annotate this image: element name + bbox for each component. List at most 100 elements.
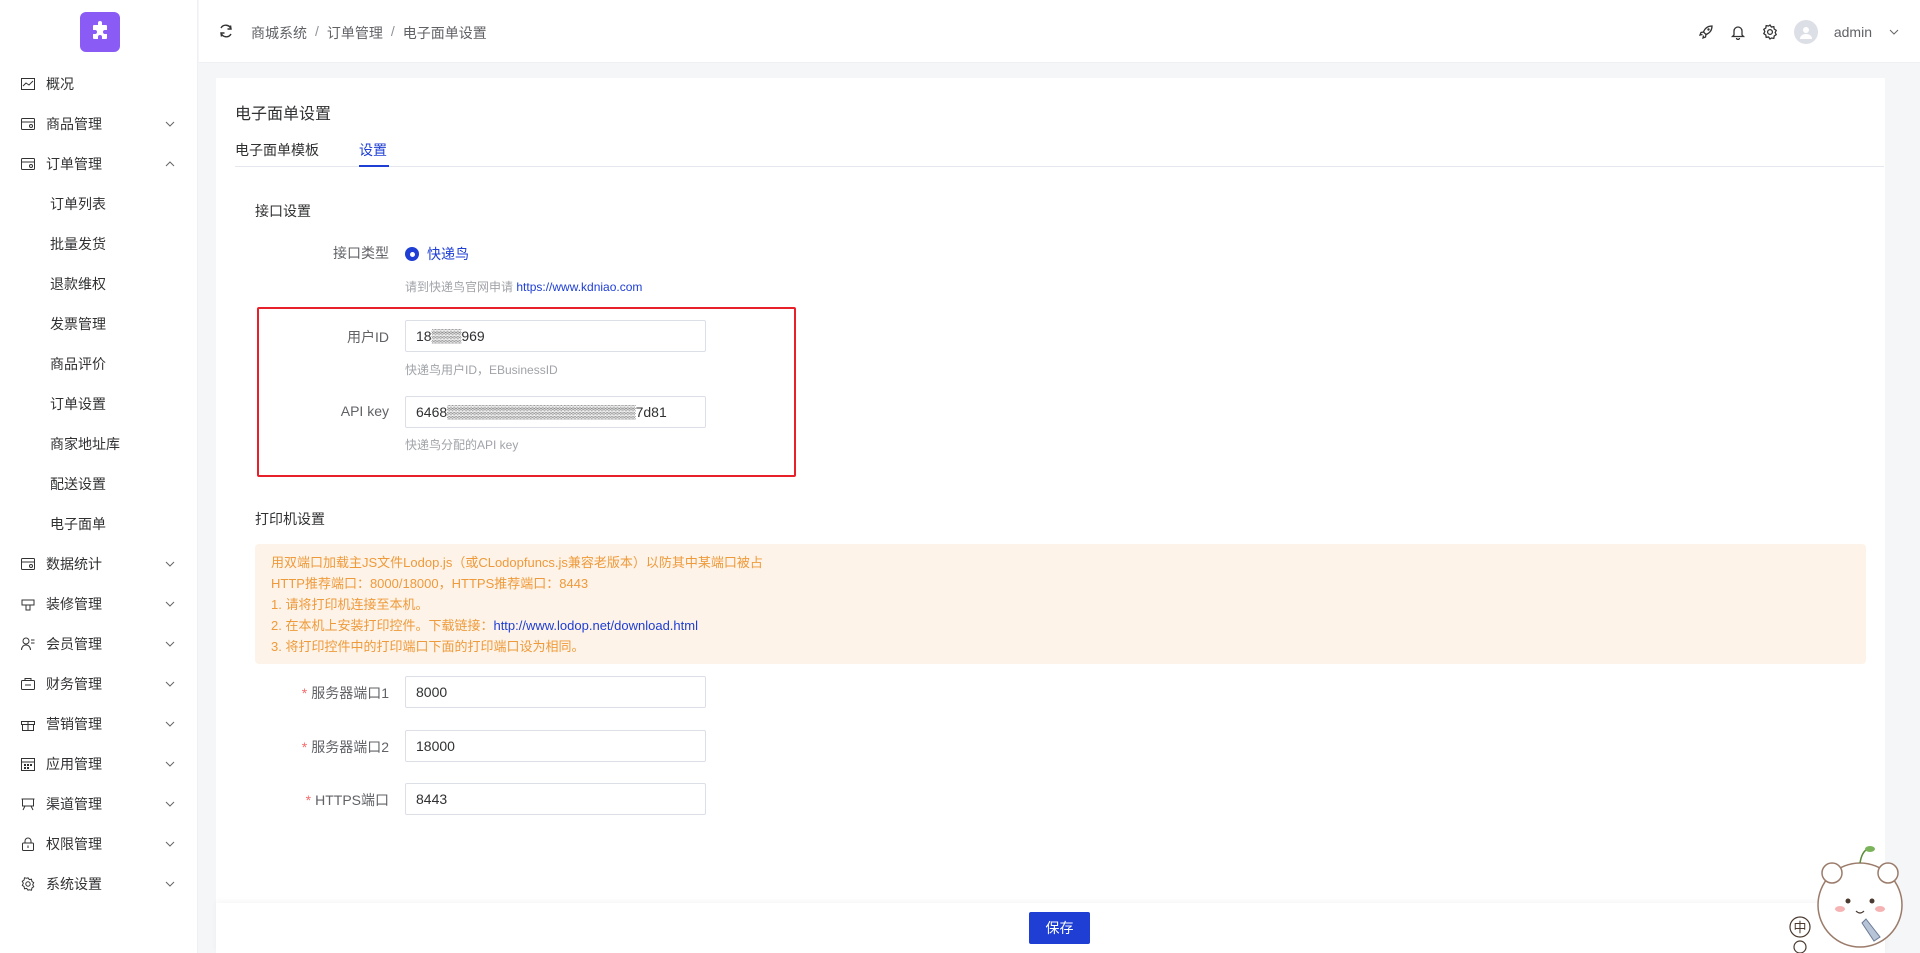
tab-settings[interactable]: 设置 (359, 140, 387, 160)
rocket-icon[interactable] (1698, 24, 1714, 40)
shop-icon (20, 556, 36, 572)
gear-icon[interactable] (1762, 24, 1778, 40)
chevron-down-icon (165, 641, 175, 647)
footer-bar: 保存 (216, 903, 1885, 953)
gear-icon (20, 876, 36, 892)
lodop-download-link[interactable]: http://www.lodop.net/download.html (493, 618, 698, 633)
calendar-icon (20, 756, 36, 772)
refresh-icon[interactable] (219, 24, 233, 38)
required-mark: * (301, 739, 308, 755)
page-title: 电子面单设置 (235, 106, 332, 123)
sidebar-item-orders[interactable]: 订单管理 (0, 144, 198, 184)
sidebar-item-system-settings[interactable]: 系统设置 (0, 864, 198, 904)
breadcrumb-item-current: 电子面单设置 (402, 25, 487, 41)
board-icon (20, 796, 36, 812)
https-port-input[interactable] (405, 783, 706, 815)
label-port1: * 服务器端口1 (249, 683, 389, 703)
tab-templates[interactable]: 电子面单模板 (235, 140, 319, 160)
port1-input[interactable] (405, 676, 706, 708)
sidebar: 概况 商品管理 订单管理 订单列表 批量发货 退款维权 发票管理 商品评价 订单… (0, 0, 198, 953)
breadcrumb: 商城系统 / 订单管理 / 电子面单设置 (251, 23, 487, 43)
sidebar-subitem-e-waybill[interactable]: 电子面单 (0, 504, 198, 544)
chevron-down-icon (165, 121, 175, 127)
sidebar-item-label: 财务管理 (46, 676, 102, 692)
sidebar-item-label: 会员管理 (46, 636, 102, 652)
settings-card: 电子面单设置 电子面单模板 设置 接口设置 接口类型 快递鸟 请到快递鸟官网申请… (216, 78, 1885, 953)
chevron-down-icon[interactable] (1888, 26, 1900, 38)
label-text: 服务器端口2 (311, 739, 389, 755)
breadcrumb-separator: / (315, 23, 319, 39)
puzzle-icon (93, 21, 107, 39)
label-api-key: API key (340, 403, 389, 419)
user-id-input[interactable] (405, 320, 706, 352)
brush-icon (20, 596, 36, 612)
sidebar-item-statistics[interactable]: 数据统计 (0, 544, 198, 584)
gift-icon (20, 716, 36, 732)
user-icon (20, 636, 36, 652)
sidebar-item-label: 应用管理 (46, 756, 102, 772)
sidebar-item-apps[interactable]: 应用管理 (0, 744, 198, 784)
radio-kdniao[interactable]: 快递鸟 (405, 244, 469, 264)
sidebar-subitem-refunds[interactable]: 退款维权 (0, 264, 198, 304)
label-user-id: 用户ID (347, 329, 389, 345)
tabs-divider (235, 166, 1884, 167)
notice-text: 2. 在本机上安装打印控件。下载链接： (271, 618, 494, 633)
sidebar-subitem-order-settings[interactable]: 订单设置 (0, 384, 198, 424)
port2-input[interactable] (405, 730, 706, 762)
sidebar-item-label: 营销管理 (46, 716, 102, 732)
bell-icon[interactable] (1730, 24, 1746, 40)
sidebar-item-finance[interactable]: 财务管理 (0, 664, 198, 704)
sidebar-item-label: 渠道管理 (46, 796, 102, 812)
mascot-illustration[interactable]: 中 (1770, 835, 1920, 953)
radio-label: 快递鸟 (427, 246, 469, 262)
notice-line-download: 2. 在本机上安装打印控件。下载链接：http://www.lodop.net/… (271, 615, 1850, 636)
sidebar-subitem-address-book[interactable]: 商家地址库 (0, 424, 198, 464)
active-tab-indicator (359, 165, 389, 167)
chart-line-icon (20, 76, 36, 92)
save-button[interactable]: 保存 (1029, 912, 1090, 944)
sidebar-item-marketing[interactable]: 营销管理 (0, 704, 198, 744)
chevron-down-icon (165, 601, 175, 607)
sidebar-item-channels[interactable]: 渠道管理 (0, 784, 198, 824)
hint-user-id: 快递鸟用户ID，EBusinessID (405, 363, 558, 377)
label-port2: * 服务器端口2 (249, 737, 389, 757)
kdniao-link[interactable]: https://www.kdniao.com (516, 280, 642, 294)
avatar[interactable] (1793, 20, 1818, 44)
notice-line: 3. 将打印控件中的打印端口下面的打印端口设为相同。 (271, 639, 585, 654)
sidebar-subitem-invoices[interactable]: 发票管理 (0, 304, 198, 344)
sidebar-item-permissions[interactable]: 权限管理 (0, 824, 198, 864)
breadcrumb-item[interactable]: 商城系统 (251, 23, 307, 43)
chevron-down-icon (165, 721, 175, 727)
hint-api-type: 请到快递鸟官网申请 https://www.kdniao.com (405, 278, 642, 295)
shop-icon (20, 156, 36, 172)
chevron-down-icon (165, 841, 175, 847)
sidebar-item-label: 商品管理 (46, 116, 102, 132)
notice-line: HTTP推荐端口：8000/18000，HTTPS推荐端口：8443 (271, 576, 589, 591)
hint-api-key: 快递鸟分配的API key (405, 438, 519, 452)
sidebar-subitem-batch-ship[interactable]: 批量发货 (0, 224, 198, 264)
sidebar-item-label: 概况 (46, 76, 74, 92)
sidebar-subitem-reviews[interactable]: 商品评价 (0, 344, 198, 384)
chevron-down-icon (165, 561, 175, 567)
sidebar-item-label: 数据统计 (46, 556, 102, 572)
sidebar-item-label: 系统设置 (46, 876, 102, 892)
sidebar-subitem-order-list[interactable]: 订单列表 (0, 184, 198, 224)
chevron-down-icon (165, 801, 175, 807)
sidebar-item-label: 订单管理 (46, 156, 102, 172)
hint-text: 请到快递鸟官网申请 (405, 280, 514, 294)
sidebar-nav: 概况 商品管理 订单管理 订单列表 批量发货 退款维权 发票管理 商品评价 订单… (0, 64, 198, 904)
sidebar-item-members[interactable]: 会员管理 (0, 624, 198, 664)
sidebar-item-products[interactable]: 商品管理 (0, 104, 198, 144)
mascot-badge: 中 (1793, 921, 1806, 936)
api-key-input[interactable] (405, 396, 706, 428)
logo[interactable] (80, 12, 120, 52)
user-name[interactable]: admin (1834, 24, 1872, 40)
top-header: 商城系统 / 订单管理 / 电子面单设置 admin (199, 0, 1920, 63)
sidebar-subitem-delivery[interactable]: 配送设置 (0, 464, 198, 504)
sidebar-item-decoration[interactable]: 装修管理 (0, 584, 198, 624)
sidebar-item-label: 权限管理 (46, 836, 102, 852)
sidebar-item-overview[interactable]: 概况 (0, 64, 198, 104)
notice-line: 用双端口加载主JS文件Lodop.js（或CLodopfuncs.js兼容老版本… (271, 555, 763, 570)
wallet-icon (20, 676, 36, 692)
breadcrumb-item[interactable]: 订单管理 (327, 23, 383, 43)
